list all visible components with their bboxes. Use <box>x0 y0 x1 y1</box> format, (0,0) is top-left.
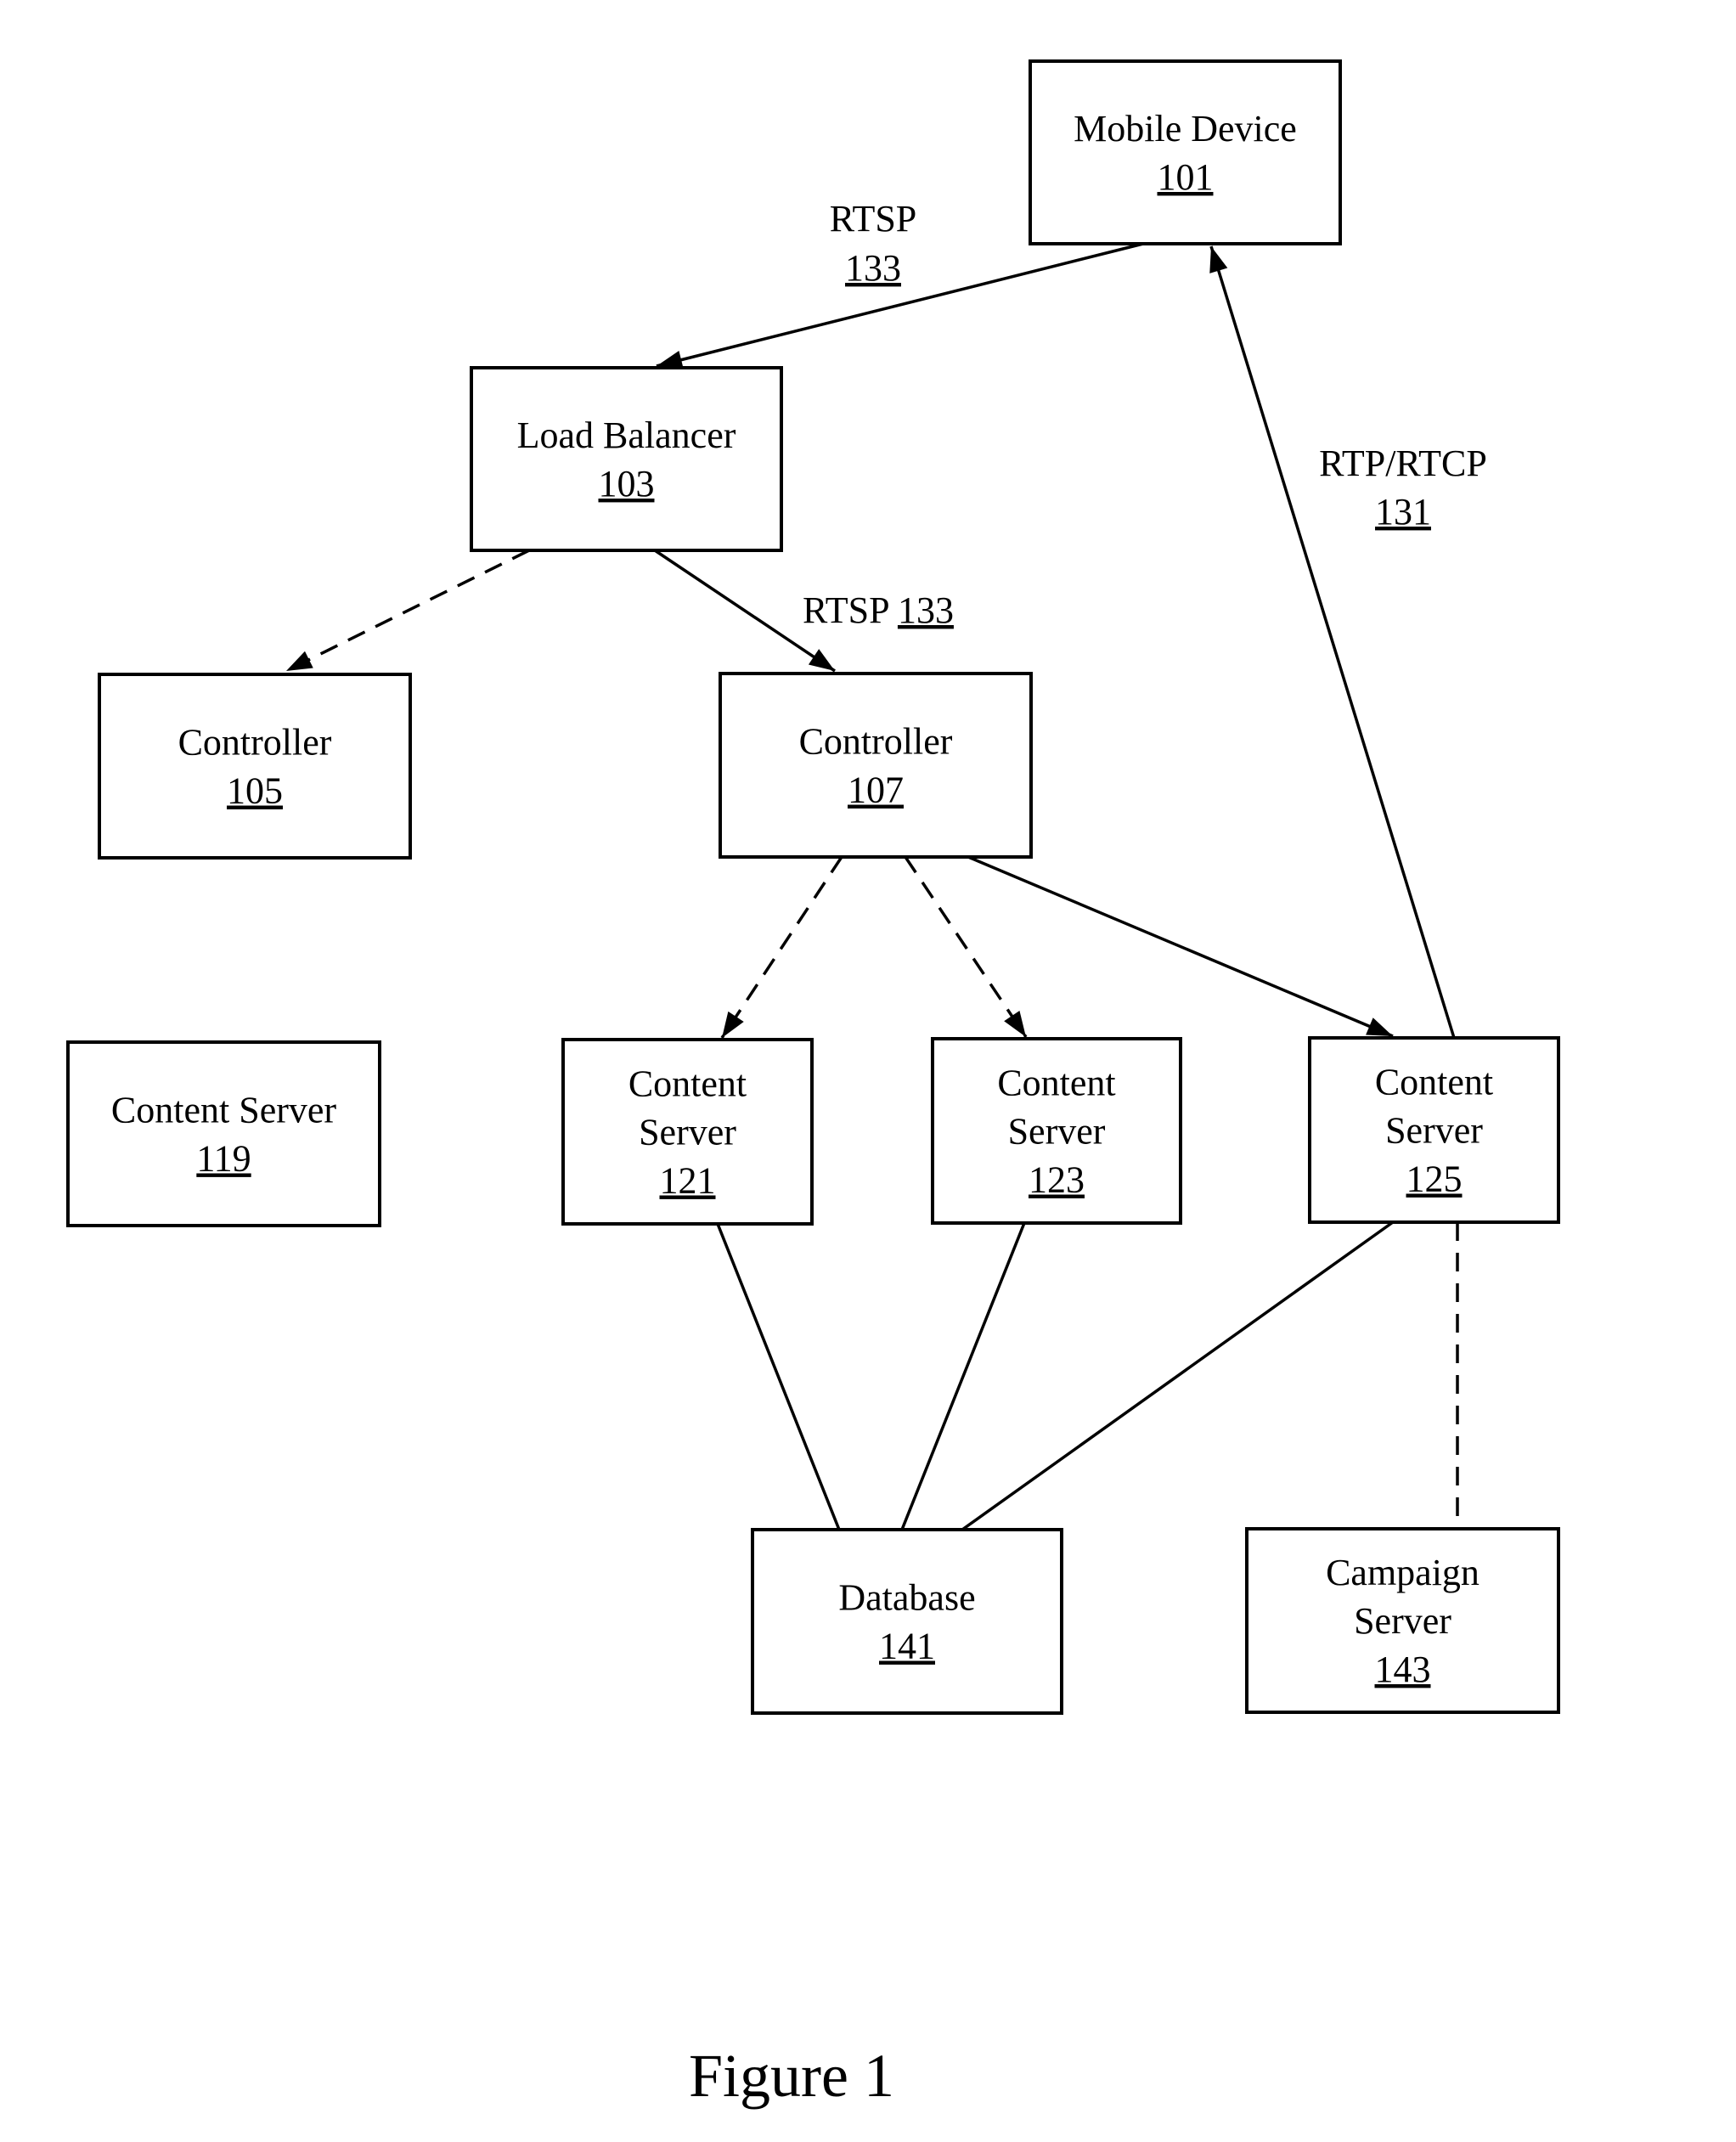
node-label: Server <box>1354 1600 1451 1642</box>
node-database-141: Database 141 <box>751 1528 1063 1715</box>
node-label: Content <box>628 1063 747 1105</box>
node-label: Server <box>1008 1111 1106 1153</box>
node-ref-number: 141 <box>879 1626 935 1667</box>
node-label: Database <box>838 1577 975 1619</box>
arrowhead-icon <box>1366 1017 1393 1036</box>
node-ref-number: 107 <box>848 769 904 811</box>
arrowhead-icon <box>1004 1010 1026 1037</box>
edge-load-balancer-to-controller-105 <box>285 549 530 673</box>
arrowhead-icon <box>808 649 835 671</box>
node-label: Mobile Device <box>1074 108 1297 149</box>
node-campaign-server-143: Campaign Server 143 <box>1245 1527 1560 1714</box>
node-ref-number: 105 <box>227 770 283 812</box>
node-content-server-121: Content Server 121 <box>561 1038 814 1226</box>
edge-label: RTP/RTCP <box>1319 442 1487 484</box>
edge-controller-107-to-content-server-123 <box>904 856 1028 1038</box>
figure-caption: Figure 1 <box>689 2042 894 2110</box>
node-box <box>98 673 412 860</box>
node-box <box>470 366 783 552</box>
node-label: Load Balancer <box>517 414 736 456</box>
edge-ref-number: 133 <box>845 247 901 289</box>
node-ref-number: 125 <box>1406 1158 1463 1200</box>
node-label: Campaign <box>1326 1552 1480 1593</box>
edge-label: RTSP 133 <box>803 589 954 631</box>
edge-content-server-125-to-mobile-device <box>1209 245 1456 1039</box>
node-label: Server <box>1385 1110 1483 1152</box>
node-content-server-123: Content Server 123 <box>931 1037 1182 1225</box>
node-ref-number: 101 <box>1158 156 1214 198</box>
node-ref-number: 103 <box>599 463 655 504</box>
node-label: Content Server <box>111 1090 337 1131</box>
node-label: Controller <box>799 721 953 763</box>
arrowhead-icon <box>286 651 313 671</box>
node-load-balancer: Load Balancer 103 <box>470 366 783 552</box>
node-mobile-device: Mobile Device 101 <box>1029 59 1342 245</box>
edge-content-server-123-to-database-141 <box>900 1222 1026 1530</box>
edge-content-server-121-to-database-141 <box>716 1223 841 1530</box>
edge-content-server-125-to-database-141 <box>961 1220 1395 1531</box>
arrowhead-icon <box>722 1011 744 1038</box>
edge-ref-number: 133 <box>898 589 954 631</box>
edge-labels-layer: RTSP133RTSP 133RTP/RTCP131 <box>803 198 1487 631</box>
node-ref-number: 143 <box>1375 1649 1431 1690</box>
node-ref-number: 119 <box>196 1138 251 1180</box>
edge-controller-107-to-content-server-121 <box>720 856 843 1039</box>
node-box <box>66 1040 381 1227</box>
edge-controller-107-to-content-server-125 <box>967 855 1394 1038</box>
node-ref-number: 121 <box>660 1160 716 1202</box>
node-content-server-125: Content Server 125 <box>1308 1036 1560 1224</box>
node-label: Content <box>997 1063 1115 1104</box>
node-controller-107: Controller 107 <box>719 672 1033 859</box>
node-label: Server <box>639 1112 736 1153</box>
arrowhead-icon <box>1209 246 1228 273</box>
node-label: Controller <box>178 722 332 764</box>
node-box <box>719 672 1033 859</box>
edge-ref-number: 131 <box>1375 491 1431 533</box>
edges-layer <box>285 242 1459 1531</box>
node-box <box>751 1528 1063 1715</box>
edge-label: RTSP <box>830 198 917 240</box>
node-content-server-119: Content Server 119 <box>66 1040 381 1227</box>
node-label: Content <box>1375 1062 1493 1103</box>
node-controller-105: Controller 105 <box>98 673 412 860</box>
node-ref-number: 123 <box>1029 1159 1085 1201</box>
network-architecture-diagram: Mobile Device 101 Load Balancer 103 Controll… <box>66 59 1560 2110</box>
node-box <box>1029 59 1342 245</box>
